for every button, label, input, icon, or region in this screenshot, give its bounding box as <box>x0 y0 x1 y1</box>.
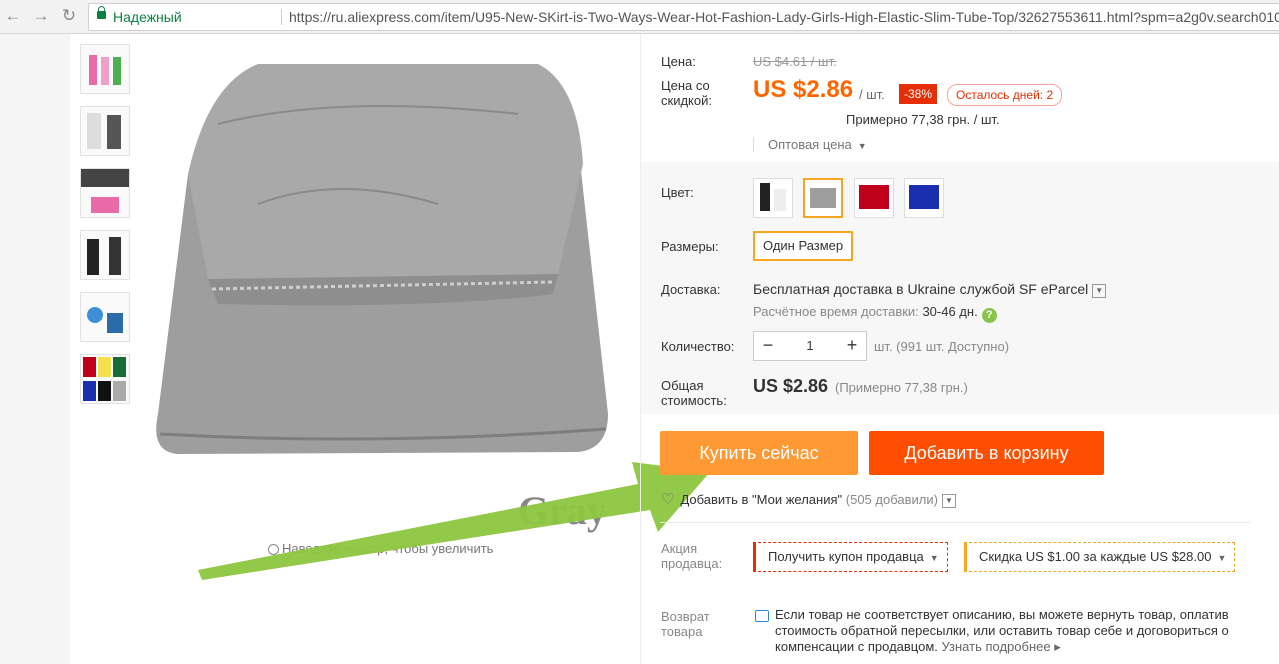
wholesale-label: Оптовая цена <box>768 137 852 152</box>
quantity-stepper: − 1 + <box>753 331 867 361</box>
total-approx: (Примерно 77,38 грн.) <box>835 380 968 395</box>
approx-price: Примерно 77,38 грн. / шт. <box>846 112 1000 127</box>
product-page: Gray Наведите курсор, чтобы увеличить Це… <box>70 34 1279 664</box>
promo-label: Акция продавца: <box>661 541 723 571</box>
quantity-input[interactable]: 1 <box>782 332 838 360</box>
help-icon[interactable]: ? <box>981 308 997 323</box>
lock-icon <box>97 6 106 19</box>
seller-discount-label: Скидка US $1.00 за каждые US $28.00 <box>979 549 1212 564</box>
shipping-eta: Расчётное время доставки: 30-46 дн.? <box>753 304 997 323</box>
return-policy: Если товар не соответствует описанию, вы… <box>775 607 1245 655</box>
new-price: US $2.86 <box>753 76 854 103</box>
old-price: US $4.61 / шт. <box>753 54 837 69</box>
quantity-available: шт. (991 шт. Доступно) <box>874 339 1010 354</box>
back-arrow-icon[interactable]: ← <box>4 7 22 25</box>
wishlist-count: (505 добавили) <box>845 492 938 507</box>
eta-label: Расчётное время доставки: <box>753 304 919 319</box>
size-label: Размеры: <box>661 239 719 254</box>
wholesale-price-link[interactable]: Оптовая цена ▼ <box>753 137 867 152</box>
eta-days: 30-46 дн. <box>922 304 978 319</box>
chevron-down-icon[interactable]: ▼ <box>941 494 956 508</box>
wishlist-label: Добавить в "Мои желания" <box>680 492 843 507</box>
add-to-wishlist[interactable]: ♡ Добавить в "Мои желания" (505 добавили)… <box>661 490 956 508</box>
product-info: Цена: US $4.61 / шт. Цена со скидкой: US… <box>640 34 1279 664</box>
quantity-minus-button[interactable]: − <box>754 332 782 360</box>
annotation-arrow-icon <box>198 462 710 580</box>
thumbnail-2[interactable] <box>80 106 130 156</box>
shipping-text: Бесплатная доставка в Ukraine службой SF… <box>753 281 1089 297</box>
shipping-label: Доставка: <box>661 282 721 297</box>
thumbnail-6[interactable] <box>80 354 130 404</box>
color-option-black-white[interactable] <box>753 178 793 218</box>
chevron-down-icon[interactable]: ▼ <box>1092 284 1107 298</box>
coupon-label: Получить купон продавца <box>768 549 924 564</box>
color-option-red[interactable] <box>854 178 894 218</box>
add-to-cart-button[interactable]: Добавить в корзину <box>869 431 1104 475</box>
thumbnail-list <box>80 44 132 416</box>
chevron-down-icon: ▼ <box>929 553 939 563</box>
shipping-method[interactable]: Бесплатная доставка в Ukraine службой SF… <box>753 281 1107 298</box>
heart-icon: ♡ <box>661 491 675 508</box>
thumbnail-4[interactable] <box>80 230 130 280</box>
quantity-label: Количество: <box>661 339 735 354</box>
total-value: US $2.86 <box>753 376 829 396</box>
chevron-down-icon: ▼ <box>1217 553 1227 563</box>
quantity-plus-button[interactable]: + <box>838 332 866 360</box>
price-unit: / шт. <box>859 87 885 102</box>
reload-icon[interactable]: ↻ <box>60 7 78 25</box>
get-coupon-dropdown[interactable]: Получить купон продавца ▼ <box>753 542 948 572</box>
url-text[interactable]: https://ru.aliexpress.com/item/U95-New-S… <box>289 4 1279 30</box>
thumbnail-1[interactable] <box>80 44 130 94</box>
size-option-one-size[interactable]: Один Размер <box>753 231 854 261</box>
discount-badge: -38% <box>899 84 937 104</box>
days-left-badge: Осталось дней: 2 <box>947 84 1063 106</box>
seller-discount-dropdown[interactable]: Скидка US $1.00 за каждые US $28.00 ▼ <box>964 542 1236 572</box>
learn-more-label: Узнать подробнее <box>941 639 1051 654</box>
divider <box>660 522 1250 523</box>
thumbnail-5[interactable] <box>80 292 130 342</box>
price-label: Цена: <box>661 54 696 69</box>
color-label: Цвет: <box>661 185 694 200</box>
learn-more-link[interactable]: Узнать подробнее ▸ <box>942 639 1061 654</box>
buy-now-button[interactable]: Купить сейчас <box>660 431 858 475</box>
total-label: Общая стоимость: <box>661 378 727 408</box>
browser-toolbar: ← → ↻ Надежный https://ru.aliexpress.com… <box>0 0 1279 34</box>
address-bar[interactable]: Надежный https://ru.aliexpress.com/item/… <box>88 3 1279 31</box>
thumbnail-3[interactable] <box>80 168 130 218</box>
secure-label: Надежный <box>113 9 182 25</box>
return-icon <box>755 610 769 622</box>
forward-arrow-icon[interactable]: → <box>32 7 50 25</box>
discount-price-label: Цена со скидкой: <box>661 78 712 108</box>
return-label: Возврат товара <box>661 609 710 639</box>
url-separator <box>281 9 282 25</box>
color-option-blue[interactable] <box>904 178 944 218</box>
color-option-gray[interactable] <box>803 178 843 218</box>
chevron-down-icon: ▼ <box>857 141 867 151</box>
